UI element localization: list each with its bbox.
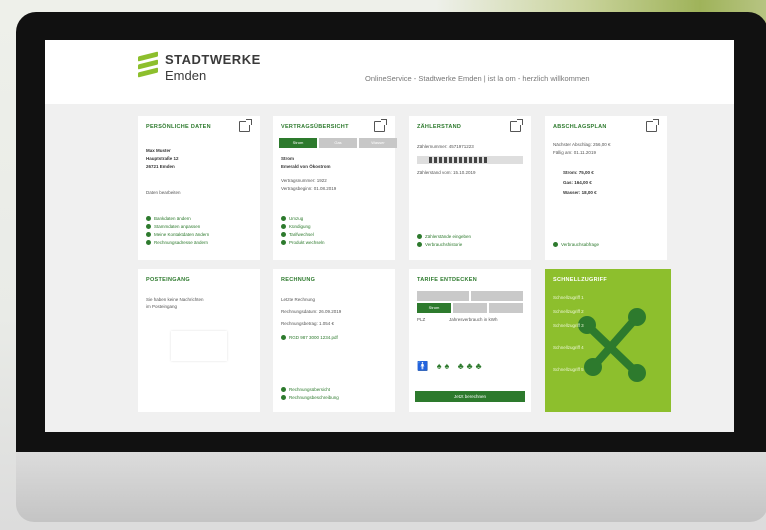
card-title: RECHNUNG <box>281 277 316 283</box>
link-move[interactable]: Umzug <box>281 216 303 221</box>
card-contracts: VERTRAGSÜBERSICHT Strom Gas Wasser Strom… <box>273 116 397 260</box>
household-size-icons[interactable]: 🚹 ♠♠ ♣♣♣ <box>417 361 485 372</box>
quicklink-3[interactable]: Schnellzugriff 3 <box>553 323 584 328</box>
tab-tariff-wasser[interactable] <box>489 303 523 313</box>
card-title: SCHNELLZUGRIFF <box>553 277 608 283</box>
customer-name: Max Muster <box>146 148 171 153</box>
contract-product-name: Emerald von Ökostrom <box>281 164 331 169</box>
invoice-date: Rechnungsdatum: 26.09.2019 <box>281 309 342 314</box>
tile[interactable] <box>471 291 523 301</box>
contract-product: Strom <box>281 156 295 161</box>
tab-gas[interactable]: Gas <box>319 138 357 148</box>
quicklink-4[interactable]: Schnellzugriff 4 <box>553 345 584 350</box>
header-tagline: OnlineService - Stadtwerke Emden | ist l… <box>365 74 590 83</box>
card-discount-plan: ABSCHLAGSPLAN Nächster Abschlag: 256,00 … <box>545 116 667 260</box>
card-title: POSTEINGANG <box>146 277 190 283</box>
mailbox-empty-text: Sie haben keine Nachrichten <box>146 297 204 302</box>
brand-city[interactable]: Emden <box>165 68 206 83</box>
tab-wasser[interactable]: Wasser <box>359 138 397 148</box>
link-tariff-change[interactable]: Tarifwechsel <box>281 232 314 237</box>
network-icon <box>578 308 646 382</box>
tab-tariff-strom[interactable]: Strom <box>417 303 451 313</box>
link-enter-reading[interactable]: Zählerstände eingeben <box>417 234 471 239</box>
page-header: STADTWERKE Emden OnlineService - Stadtwe… <box>45 40 734 104</box>
card-meter: ZÄHLERSTAND Zählernummer: 4571971223 Zäh… <box>409 116 531 260</box>
link-master-data[interactable]: Stammdaten anpassen <box>146 224 200 229</box>
card-title: ABSCHLAGSPLAN <box>553 124 607 130</box>
external-link-icon[interactable] <box>374 119 387 132</box>
card-personal-data: PERSÖNLICHE DATEN Max Muster Hauptstraße… <box>138 116 260 260</box>
meter-reading-date: Zählerstand vom: 15.10.2019 <box>417 170 476 175</box>
tab-tariff-gas[interactable] <box>453 303 487 313</box>
amount-wasser: Wasser: 18,00 € <box>563 190 597 195</box>
tab-strom[interactable]: Strom <box>279 138 317 148</box>
mailbox-placeholder <box>171 331 227 361</box>
customer-city: 26721 Emden <box>146 164 175 169</box>
link-invoice-overview[interactable]: Rechnungsübersicht <box>281 387 330 392</box>
contract-start: Vertragsbeginn: 01.08.2019 <box>281 186 337 191</box>
link-consumption-query[interactable]: Verbrauchsabfrage <box>553 242 599 247</box>
quicklink-1[interactable]: Schnellzugriff 1 <box>553 295 584 300</box>
tab-label: Strom <box>428 305 440 310</box>
meter-reading-display <box>417 156 523 164</box>
card-title: ZÄHLERSTAND <box>417 124 462 130</box>
external-link-icon[interactable] <box>510 119 523 132</box>
edit-data-link[interactable]: Daten bearbeiten <box>146 190 181 195</box>
customer-street: Hauptstraße 12 <box>146 156 179 161</box>
card-tariffs: TARIFE ENTDECKEN Strom PLZ Jahresverbrau… <box>409 269 531 412</box>
tile[interactable] <box>417 291 469 301</box>
monitor-chin <box>16 452 766 522</box>
tariff-tiles: Strom <box>417 291 523 315</box>
quicklink-5[interactable]: Schnellzugriff 5 <box>553 367 584 372</box>
link-product-change[interactable]: Produkt wechseln <box>281 240 325 245</box>
link-consumption-history[interactable]: Verbrauchshistorie <box>417 242 462 247</box>
calculate-button[interactable]: Jetzt berechnen <box>415 391 525 402</box>
link-invoice-description[interactable]: Rechnungsbeschreibung <box>281 395 339 400</box>
card-title: PERSÖNLICHE DATEN <box>146 124 211 130</box>
invoice-last: Letzte Rechnung <box>281 297 316 302</box>
plz-label: PLZ <box>417 317 426 322</box>
link-bank-data[interactable]: Bankdaten ändern <box>146 216 191 221</box>
card-quicklinks: SCHNELLZUGRIFF Schnellzugriff 1 Schnellz… <box>545 269 671 412</box>
mailbox-empty-text-2: im Posteingang <box>146 304 178 309</box>
card-invoice: RECHNUNG Letzte Rechnung Rechnungsdatum:… <box>273 269 395 412</box>
amount-strom: Strom: 75,00 € <box>563 170 594 175</box>
link-cancel[interactable]: Kündigung <box>281 224 311 229</box>
brand-name[interactable]: STADTWERKE <box>165 52 261 67</box>
meter-number: Zählernummer: 4571971223 <box>417 144 474 149</box>
contract-number: Vertragsnummer: 1922 <box>281 178 327 183</box>
quicklink-2[interactable]: Schnellzugriff 2 <box>553 309 584 314</box>
external-link-icon[interactable] <box>646 119 659 132</box>
next-payment: Nächster Abschlag: 256,00 € <box>553 142 611 147</box>
card-title: TARIFE ENTDECKEN <box>417 277 478 283</box>
due-date: Fällig am: 01.11.2019 <box>553 150 596 155</box>
external-link-icon[interactable] <box>239 119 252 132</box>
link-billing-address[interactable]: Rechnungsadresse ändern <box>146 240 208 245</box>
invoice-pdf-link[interactable]: RGD 987 3000 1234.pdf <box>281 335 338 340</box>
link-contact-data[interactable]: Meine Kontaktdaten ändern <box>146 232 209 237</box>
amount-gas: Gas: 164,00 € <box>563 180 592 185</box>
card-mailbox: POSTEINGANG Sie haben keine Nachrichten … <box>138 269 260 412</box>
screen: STADTWERKE Emden OnlineService - Stadtwe… <box>45 40 734 432</box>
consumption-label: Jahresverbrauch in kWh <box>449 317 498 322</box>
invoice-amount: Rechnungsbetrag: 1.054 € <box>281 321 335 326</box>
brand-logo-icon[interactable] <box>138 51 158 78</box>
card-title: VERTRAGSÜBERSICHT <box>281 124 349 130</box>
